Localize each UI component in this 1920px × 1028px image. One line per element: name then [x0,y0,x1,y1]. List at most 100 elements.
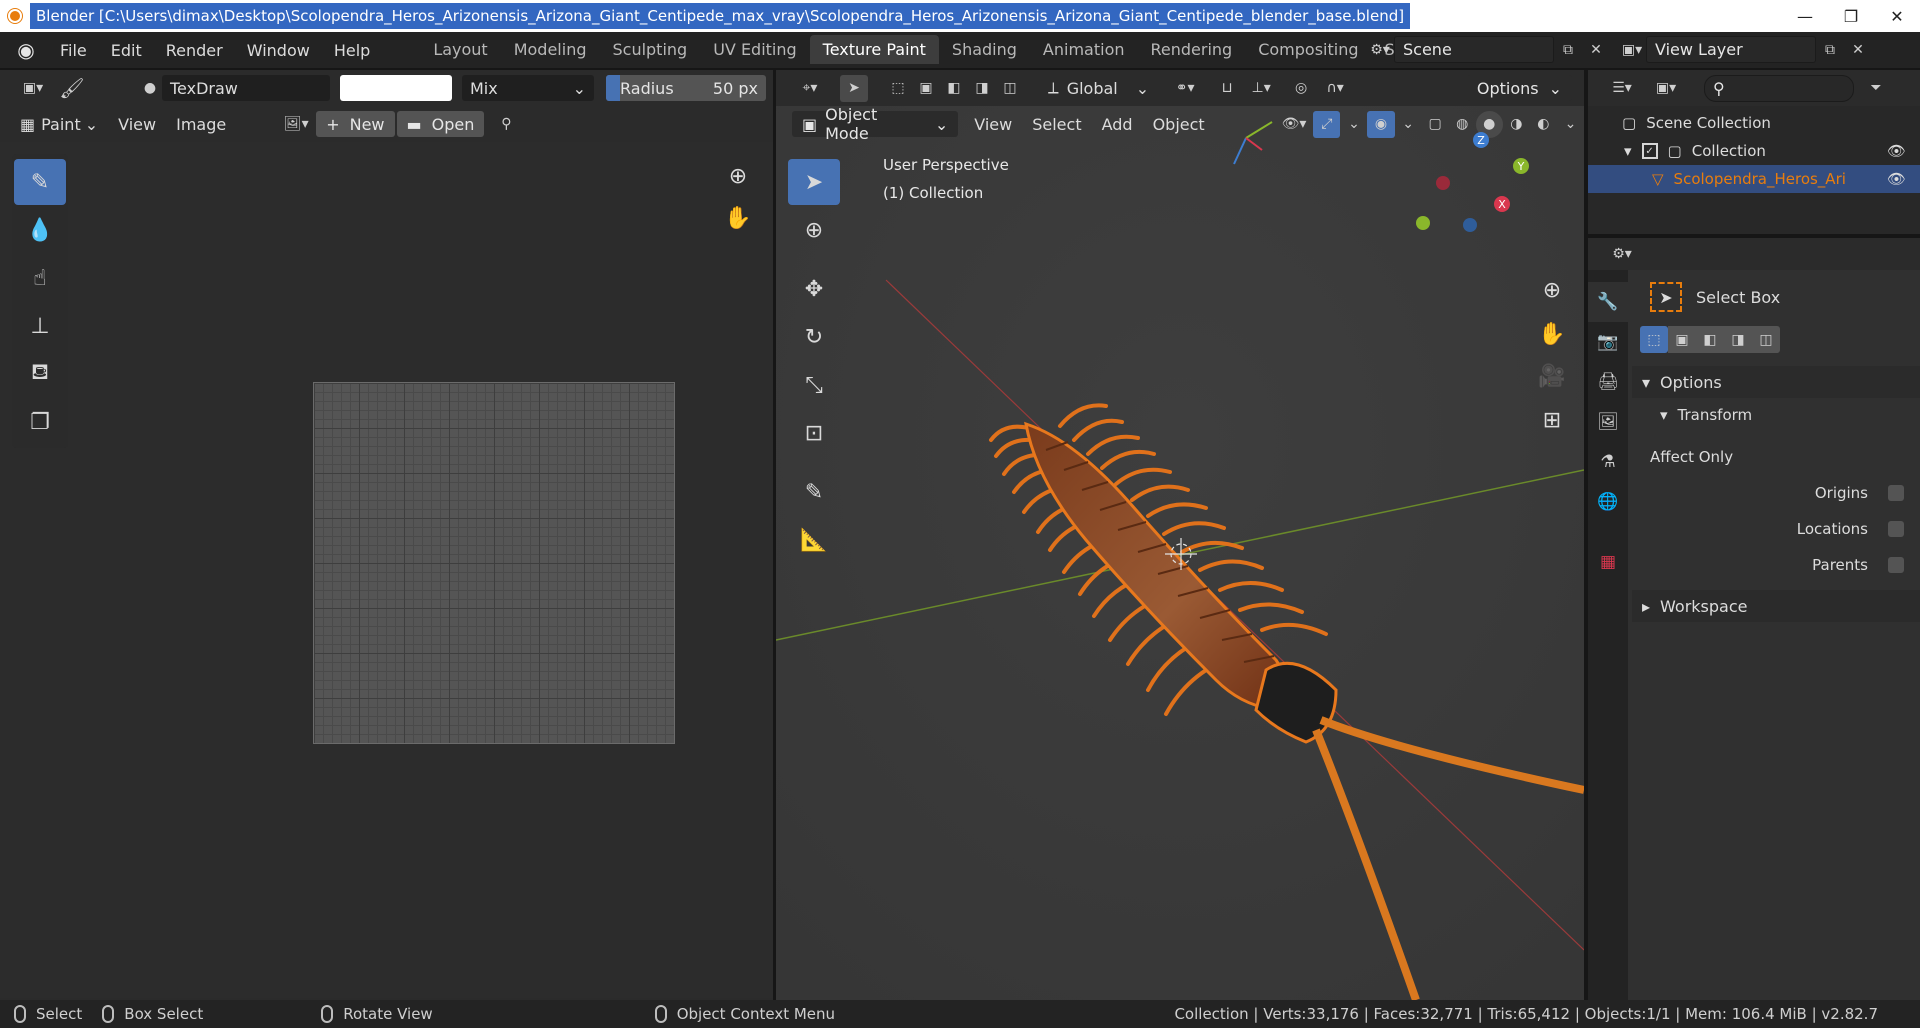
image-browse-icon[interactable]: 🖼▾ [276,111,316,138]
rendered-shading-icon[interactable]: ◐ [1530,111,1557,138]
render-tab-icon[interactable]: 📷 [1588,322,1628,362]
tab-compositing[interactable]: Compositing [1245,35,1371,64]
world-tab-icon[interactable]: 🌐 [1588,482,1628,522]
properties-type-icon[interactable]: ⚙▾ [1602,241,1642,268]
gizmo-neg-x-dot[interactable] [1436,176,1450,190]
menu-window[interactable]: Window [235,41,322,60]
annotate-tool-icon[interactable]: ✎ [788,469,840,515]
viewport-zoom-icon[interactable]: ⊕ [1532,270,1572,310]
xray-icon[interactable]: ▢ [1422,111,1449,138]
outliner-scene-collection[interactable]: ▢ Scene Collection [1588,109,1920,137]
scene-icon[interactable]: ⚙▾ [1366,36,1394,63]
select-intersect-icon[interactable]: ◫ [996,75,1024,102]
gizmo-z-axis[interactable]: Z [1473,132,1489,148]
display-mode-icon[interactable]: ▣▾ [1646,75,1686,102]
menu-file[interactable]: File [48,41,99,60]
rotate-tool-icon[interactable]: ↻ [788,314,840,360]
select-subtract-icon[interactable]: ◧ [940,75,968,102]
viewport-3d[interactable]: ⌖▾ ➤ ⬚ ▣ ◧ ◨ ◫ ⟂ Global ⌄ ⚭▾ ⊔ ⊥▾ ◎ ∩▾ Opt… [776,70,1584,1000]
options-dropdown[interactable]: Options ⌄ [1466,75,1572,101]
gizmo-toggle-icon[interactable]: ⤢ [1313,110,1341,138]
workspace-section-header[interactable]: ▸ Workspace [1632,590,1920,622]
mode-difference-icon[interactable]: ◨ [1724,326,1752,353]
tab-shading[interactable]: Shading [939,35,1030,64]
tool-tab-icon[interactable]: 🔧 [1588,282,1628,322]
gizmo-neg-y-dot[interactable] [1416,216,1430,230]
output-tab-icon[interactable]: 🖨 [1588,362,1628,402]
filter-icon[interactable]: ⏷ [1862,75,1890,102]
select-invert-icon[interactable]: ◨ [968,75,996,102]
tab-modeling[interactable]: Modeling [501,35,600,64]
viewport-select-menu[interactable]: Select [1022,115,1091,134]
tab-uv-editing[interactable]: UV Editing [700,35,809,64]
blend-mode-select[interactable]: Mix ⌄ [462,75,594,101]
mode-intersect-icon[interactable]: ◫ [1752,326,1780,353]
smear-tool-icon[interactable]: ☝ [14,255,66,301]
visibility-icon[interactable]: 👁▾ [1275,111,1314,138]
new-view-layer-icon[interactable]: ⧉ [1816,36,1844,63]
move-tool-icon[interactable]: ✥ [788,266,840,312]
soften-tool-icon[interactable]: 💧 [14,207,66,253]
editor-type-icon[interactable]: ⌖▾ [790,75,830,102]
gizmo-neg-z-dot[interactable] [1463,218,1477,232]
image-canvas[interactable] [0,142,773,998]
clone-tool-icon[interactable]: ⊥ [14,303,66,349]
brush-name-field[interactable]: TexDraw [162,75,330,101]
delete-view-layer-icon[interactable]: ✕ [1844,36,1872,63]
measure-tool-icon[interactable]: 📐 [788,517,840,563]
pan-hand-icon[interactable]: ✋ [718,198,758,238]
orientation-select[interactable]: ⟂ Global ⌄ [1038,78,1159,98]
editor-type-icon[interactable]: ▣▾ [14,75,52,102]
new-scene-icon[interactable]: ⧉ [1554,36,1582,63]
texture-tab-icon[interactable]: ▦ [1588,542,1628,582]
paint-mode-select[interactable]: ▦ Paint ⌄ [10,115,108,134]
brush-icon[interactable]: 🖌 [52,75,92,102]
tab-rendering[interactable]: Rendering [1138,35,1246,64]
camera-view-icon[interactable]: 🎥 [1532,356,1572,396]
fill-tool-icon[interactable]: ⛾ [14,351,66,397]
material-shading-icon[interactable]: ◑ [1503,111,1530,138]
scene-tab-icon[interactable]: ⚗ [1588,442,1628,482]
scale-tool-icon[interactable]: ⤡ [788,362,840,408]
outliner-collection[interactable]: ▾ ✓ ▢ Collection 👁 [1588,137,1920,165]
brush-color-swatch[interactable] [340,75,452,101]
view-layer-field[interactable]: View Layer [1646,36,1816,63]
select-set-icon[interactable]: ⬚ [884,75,912,102]
outliner-object-row[interactable]: ▽ Scolopendra_Heros_Arizc 👁 [1588,165,1920,193]
radius-slider[interactable]: Radius 50 px [606,75,766,101]
menu-edit[interactable]: Edit [99,41,154,60]
image-menu[interactable]: Image [166,115,236,134]
outliner-search-input[interactable]: ⚲ [1704,74,1854,102]
snap-target-icon[interactable]: ⊥▾ [1241,75,1281,102]
viewport-view-menu[interactable]: View [964,115,1022,134]
menu-render[interactable]: Render [154,41,235,60]
gizmo-x-axis[interactable]: X [1494,196,1510,212]
active-tool-row[interactable]: ➤ Select Box [1650,282,1780,312]
transform-subsection-header[interactable]: ▾ Transform [1660,406,1752,424]
open-image-button[interactable]: ▬ Open [396,111,485,137]
menu-help[interactable]: Help [322,41,382,60]
tab-texture-paint[interactable]: Texture Paint [809,35,939,64]
options-section-header[interactable]: ▾ Options [1632,366,1920,398]
new-image-button[interactable]: + New [316,111,395,137]
viewport-object-menu[interactable]: Object [1143,115,1215,134]
locations-option[interactable]: Locations [1797,520,1904,538]
wireframe-shading-icon[interactable]: ◍ [1449,111,1476,138]
select-box-tool-icon[interactable]: ➤ [788,159,840,205]
perspective-toggle-icon[interactable]: ⊞ [1532,400,1572,440]
draw-brush-tool-icon[interactable]: ✎ [14,159,66,205]
mode-extend-icon[interactable]: ▣ [1668,326,1696,353]
snap-icon[interactable]: ⊔ [1213,75,1241,102]
view-layer-icon[interactable]: ▣▾ [1618,36,1646,63]
tab-sculpting[interactable]: Sculpting [599,35,700,64]
mode-subtract-icon[interactable]: ◧ [1696,326,1724,353]
mode-new-icon[interactable]: ⬚ [1640,326,1668,353]
proportional-icon[interactable]: ◎ [1287,75,1315,102]
select-tool-icon[interactable]: ➤ [840,74,868,102]
overlay-dropdown-icon[interactable]: ⌄ [1395,111,1422,138]
tab-layout[interactable]: Layout [420,35,500,64]
pin-icon[interactable]: ⚲ [492,111,520,138]
shading-dropdown-icon[interactable]: ⌄ [1557,111,1584,138]
minimize-button[interactable]: — [1782,0,1828,32]
select-extend-icon[interactable]: ▣ [912,75,940,102]
